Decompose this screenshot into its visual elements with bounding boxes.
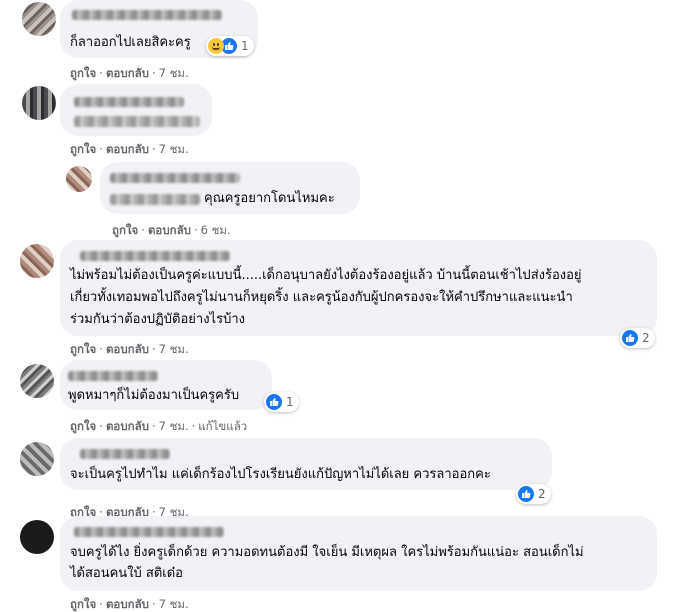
thumbs-up-icon [622, 330, 638, 346]
comment-text-line: ได้สอนคนใบ้ สติเด๋อ [70, 566, 183, 581]
like-link[interactable]: ถูกใจ [70, 419, 96, 433]
reaction-count: 1 [286, 395, 294, 409]
reaction-summary[interactable]: 2 [620, 328, 655, 348]
comment-text-line: จบครูได้ไง ยิ่งครูเด็กด้วย ความอดทนต้องม… [70, 545, 584, 560]
comment-actions: ถูกใจ · ตอบกลับ · 7 ชม. · แก้ไขแล้ว [70, 419, 248, 433]
laughing-emoji-icon [208, 38, 224, 54]
avatar[interactable] [22, 86, 56, 120]
comment-actions: ถูกใจ · ตอบกลับ · 7 ชม. [70, 142, 189, 156]
reaction-summary[interactable]: 2 [516, 484, 551, 504]
reply-link[interactable]: ตอบกลับ [106, 342, 149, 356]
reply-link[interactable]: ตอบกลับ [106, 597, 149, 611]
avatar[interactable] [20, 520, 54, 554]
reaction-summary[interactable]: 1 [206, 36, 254, 56]
like-link[interactable]: ถูกใจ [112, 223, 138, 237]
comment-actions: ถูกใจ · ตอบกลับ · 7 ชม. [70, 342, 189, 356]
reaction-count: 2 [642, 331, 650, 345]
reaction-summary[interactable]: 1 [264, 392, 299, 412]
avatar[interactable] [20, 244, 54, 278]
reply-link[interactable]: ตอบกลับ [148, 223, 191, 237]
timestamp[interactable]: 6 ชม. [201, 223, 231, 237]
comment-text: คุณครูอยากโดนไหมคะ [204, 191, 335, 206]
avatar[interactable] [22, 2, 56, 36]
timestamp[interactable]: 7 ชม. [159, 419, 189, 433]
comment-bubble: จะเป็นครูไปทำไม แค่เด็กร้องไปโรงเรียนยัง… [60, 438, 552, 490]
avatar[interactable] [66, 166, 92, 192]
timestamp[interactable]: 7 ชม. [159, 66, 189, 80]
commenter-name[interactable] [74, 527, 224, 537]
comment-bubble [60, 84, 212, 136]
comment-text: ก็ลาออกไปเลยสิคะครู [70, 35, 191, 50]
timestamp[interactable]: 7 ชม. [159, 597, 189, 611]
reply-link[interactable]: ตอบกลับ [106, 142, 149, 156]
reaction-count: 2 [538, 487, 546, 501]
commenter-name[interactable] [68, 371, 158, 381]
like-link[interactable]: ถูกใจ [70, 66, 96, 80]
comment-actions: ถูกใจ · ตอบกลับ · 7 ชม. [70, 66, 189, 80]
commenter-name[interactable] [74, 97, 184, 107]
comment-text: จะเป็นครูไปทำไม แค่เด็กร้องไปโรงเรียนยัง… [70, 467, 491, 482]
avatar[interactable] [20, 442, 54, 476]
avatar[interactable] [20, 364, 54, 398]
commenter-name[interactable] [80, 251, 230, 261]
comment-text: พูดหมาๆก็ไม่ต้องมาเป็นครูครับ [68, 388, 240, 403]
thumbs-up-icon [518, 486, 534, 502]
commenter-name[interactable] [110, 173, 240, 183]
comment-text-line: ร่วมกันว่าต้องปฏิบัติอย่างไรบ้าง [70, 312, 245, 327]
like-link[interactable]: ถูกใจ [70, 597, 96, 611]
reaction-count: 1 [241, 39, 249, 53]
reply-link[interactable]: ตอบกลับ [106, 66, 149, 80]
commenter-name[interactable] [72, 10, 222, 20]
comment-bubble: ไม่พร้อมไม่ต้องเป็นครูค่ะแบบนี้.....เด็ก… [60, 240, 657, 336]
commenter-name[interactable] [80, 449, 170, 459]
thumbs-up-icon [266, 394, 282, 410]
comment-actions: ถูกใจ · ตอบกลับ · 6 ชม. [112, 223, 231, 237]
timestamp[interactable]: 7 ชม. [159, 342, 189, 356]
reply-link[interactable]: ตอบกลับ [106, 419, 149, 433]
comment-bubble: คุณครูอยากโดนไหมคะ [100, 162, 360, 214]
comment-text-line: เกี่ยวทั้งเทอมพอไปถึงครูไม่นานก็หยุดริ้ง… [70, 290, 573, 305]
edited-label[interactable]: แก้ไขแล้ว [198, 419, 247, 433]
comment-bubble: พูดหมาๆก็ไม่ต้องมาเป็นครูครับ [60, 360, 272, 410]
comment-text-redacted [74, 116, 200, 127]
comment-text-redacted [110, 194, 200, 205]
like-link[interactable]: ถูกใจ [70, 142, 96, 156]
comment-actions: ถูกใจ · ตอบกลับ · 7 ชม. [70, 597, 189, 611]
comment-text-line: ไม่พร้อมไม่ต้องเป็นครูค่ะแบบนี้.....เด็ก… [70, 268, 582, 283]
timestamp[interactable]: 7 ชม. [159, 142, 189, 156]
comment-bubble: จบครูได้ไง ยิ่งครูเด็กด้วย ความอดทนต้องม… [60, 516, 657, 591]
like-link[interactable]: ถูกใจ [70, 342, 96, 356]
